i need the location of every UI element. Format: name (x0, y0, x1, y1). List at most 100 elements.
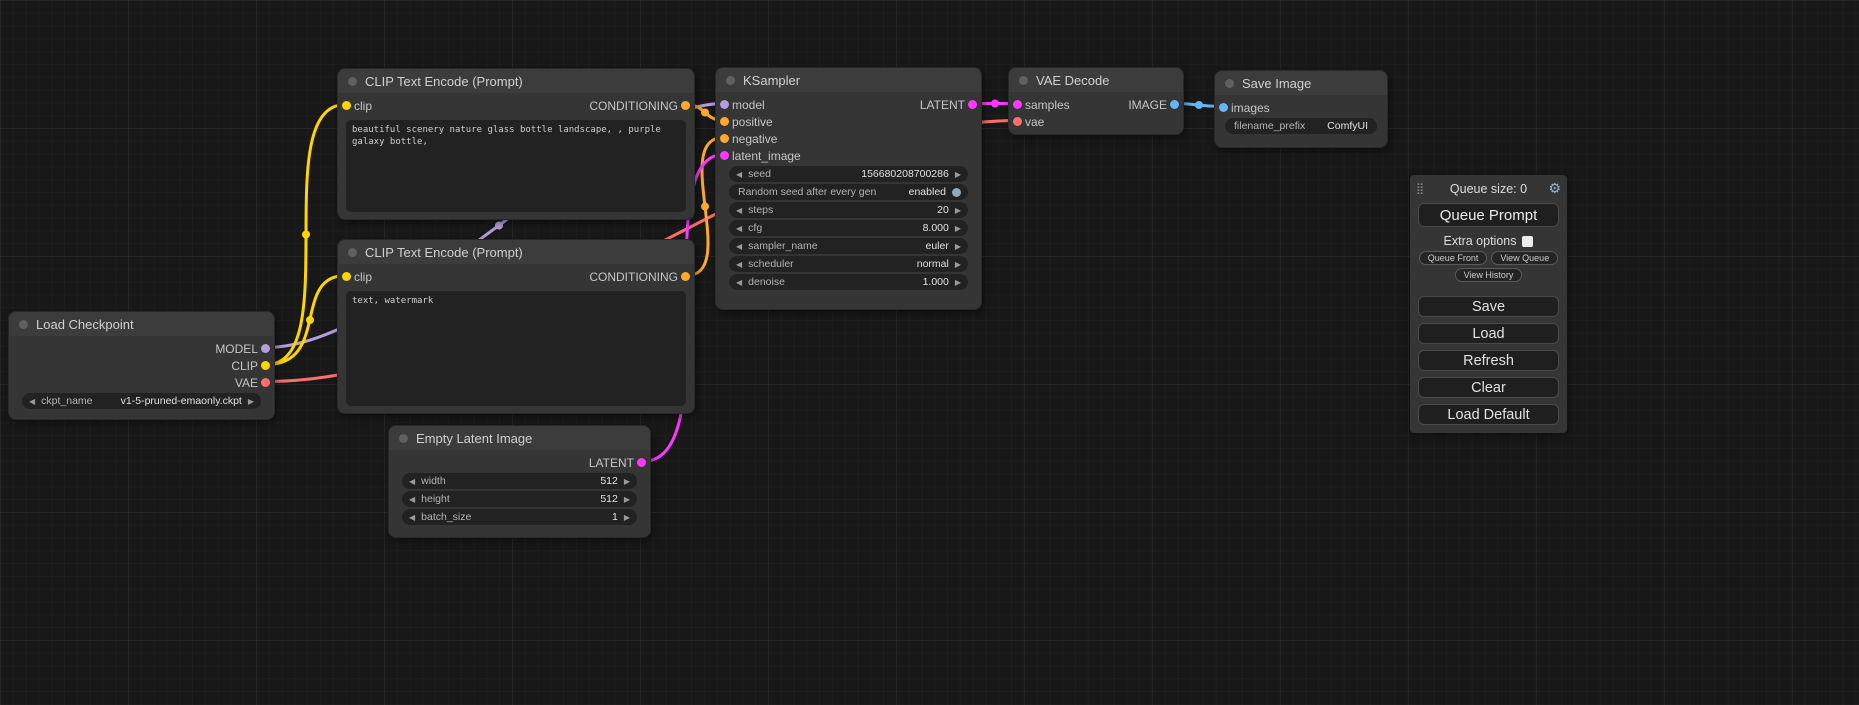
decrement-arrow-icon[interactable]: ◀ (736, 224, 742, 233)
collapse-dot-icon[interactable] (348, 77, 357, 86)
increment-arrow-icon[interactable]: ▶ (248, 397, 254, 406)
ckpt-name-widget[interactable]: ◀ ckpt_name v1-5-pruned-emaonly.ckpt ▶ (22, 393, 261, 409)
queue-size-label: Queue size: 0 (1450, 182, 1527, 196)
node-empty-latent-image[interactable]: Empty Latent Image LATENT ◀ width 512 ▶ … (388, 425, 651, 538)
toggle-knob[interactable] (952, 188, 961, 197)
steps-widget[interactable]: ◀ steps 20 ▶ (729, 202, 968, 218)
sampler-name-widget[interactable]: ◀ sampler_name euler ▶ (729, 238, 968, 254)
view-history-button[interactable]: View History (1455, 268, 1523, 282)
node-title-bar[interactable]: Load Checkpoint (9, 312, 274, 336)
decrement-arrow-icon[interactable]: ◀ (409, 513, 415, 522)
width-widget[interactable]: ◀ width 512 ▶ (402, 473, 637, 489)
node-clip-text-encode-negative[interactable]: CLIP Text Encode (Prompt) clip CONDITION… (337, 239, 695, 414)
node-save-image[interactable]: Save Image images filename_prefix ComfyU… (1214, 70, 1388, 148)
collapse-dot-icon[interactable] (348, 248, 357, 257)
node-ksampler[interactable]: KSampler model LATENT positive negative … (715, 67, 982, 310)
decrement-arrow-icon[interactable]: ◀ (409, 495, 415, 504)
input-label-clip: clip (354, 270, 372, 284)
images-input-socket[interactable] (1219, 103, 1228, 112)
collapse-dot-icon[interactable] (1225, 79, 1234, 88)
clip-output-socket[interactable] (261, 361, 270, 370)
widget-label: sampler_name (748, 240, 817, 252)
widget-label: width (421, 475, 446, 487)
node-title-bar[interactable]: Empty Latent Image (389, 426, 650, 450)
clear-button[interactable]: Clear (1418, 377, 1559, 398)
decrement-arrow-icon[interactable]: ◀ (736, 170, 742, 179)
node-title-bar[interactable]: KSampler (716, 68, 981, 92)
vae-output-socket[interactable] (261, 378, 270, 387)
decrement-arrow-icon[interactable]: ◀ (409, 477, 415, 486)
decrement-arrow-icon[interactable]: ◀ (736, 242, 742, 251)
decrement-arrow-icon[interactable]: ◀ (736, 206, 742, 215)
conditioning-output-socket[interactable] (681, 272, 690, 281)
node-vae-decode[interactable]: VAE Decode samples IMAGE vae (1008, 67, 1184, 135)
image-output-socket[interactable] (1170, 100, 1179, 109)
collapse-dot-icon[interactable] (399, 434, 408, 443)
filename-prefix-widget[interactable]: filename_prefix ComfyUI (1225, 118, 1377, 134)
negative-input-socket[interactable] (720, 134, 729, 143)
latent-image-input-socket[interactable] (720, 151, 729, 160)
widget-value: 20 (937, 204, 949, 216)
load-default-button[interactable]: Load Default (1418, 404, 1559, 425)
node-clip-text-encode-positive[interactable]: CLIP Text Encode (Prompt) clip CONDITION… (337, 68, 695, 220)
drag-handle-icon[interactable]: ⣿ (1416, 182, 1424, 195)
node-title-bar[interactable]: CLIP Text Encode (Prompt) (338, 69, 694, 93)
increment-arrow-icon[interactable]: ▶ (955, 224, 961, 233)
clip-input-socket[interactable] (342, 101, 351, 110)
clip-input-socket[interactable] (342, 272, 351, 281)
batch-size-widget[interactable]: ◀ batch_size 1 ▶ (402, 509, 637, 525)
queue-prompt-button[interactable]: Queue Prompt (1418, 203, 1559, 227)
widget-value: 1 (612, 511, 618, 523)
collapse-dot-icon[interactable] (19, 320, 28, 329)
decrement-arrow-icon[interactable]: ◀ (736, 260, 742, 269)
widget-value: euler (925, 240, 948, 252)
cfg-widget[interactable]: ◀ cfg 8.000 ▶ (729, 220, 968, 236)
model-input-socket[interactable] (720, 100, 729, 109)
refresh-button[interactable]: Refresh (1418, 350, 1559, 371)
node-load-checkpoint[interactable]: Load Checkpoint MODEL CLIP VAE ◀ ckpt_na… (8, 311, 275, 420)
increment-arrow-icon[interactable]: ▶ (624, 477, 630, 486)
node-title-bar[interactable]: Save Image (1215, 71, 1387, 95)
output-label-clip: CLIP (231, 359, 258, 373)
increment-arrow-icon[interactable]: ▶ (955, 170, 961, 179)
conditioning-output-socket[interactable] (681, 101, 690, 110)
widget-label: scheduler (748, 258, 794, 270)
random-seed-toggle-widget[interactable]: Random seed after every gen enabled (729, 184, 968, 200)
view-queue-button[interactable]: View Queue (1491, 251, 1558, 265)
collapse-dot-icon[interactable] (1019, 76, 1028, 85)
node-title-bar[interactable]: CLIP Text Encode (Prompt) (338, 240, 694, 264)
positive-input-socket[interactable] (720, 117, 729, 126)
increment-arrow-icon[interactable]: ▶ (955, 278, 961, 287)
increment-arrow-icon[interactable]: ▶ (955, 260, 961, 269)
queue-front-button[interactable]: Queue Front (1419, 251, 1488, 265)
node-title-bar[interactable]: VAE Decode (1009, 68, 1183, 92)
samples-input-socket[interactable] (1013, 100, 1022, 109)
denoise-widget[interactable]: ◀ denoise 1.000 ▶ (729, 274, 968, 290)
decrement-arrow-icon[interactable]: ◀ (29, 397, 35, 406)
save-button[interactable]: Save (1418, 296, 1559, 317)
latent-output-socket[interactable] (637, 458, 646, 467)
scheduler-widget[interactable]: ◀ scheduler normal ▶ (729, 256, 968, 272)
wire-midpoint-dot (495, 222, 503, 230)
increment-arrow-icon[interactable]: ▶ (955, 242, 961, 251)
positive-prompt-textarea[interactable]: beautiful scenery nature glass bottle la… (346, 120, 686, 212)
collapse-dot-icon[interactable] (726, 76, 735, 85)
increment-arrow-icon[interactable]: ▶ (955, 206, 961, 215)
seed-widget[interactable]: ◀ seed 156680208700286 ▶ (729, 166, 968, 182)
increment-arrow-icon[interactable]: ▶ (624, 495, 630, 504)
vae-input-socket[interactable] (1013, 117, 1022, 126)
negative-prompt-textarea[interactable]: text, watermark (346, 291, 686, 406)
load-button[interactable]: Load (1418, 323, 1559, 344)
input-label-images: images (1231, 101, 1270, 115)
widget-label: denoise (748, 276, 785, 288)
node-title: KSampler (743, 73, 800, 88)
extra-options-checkbox[interactable] (1522, 236, 1533, 247)
model-output-socket[interactable] (261, 344, 270, 353)
height-widget[interactable]: ◀ height 512 ▶ (402, 491, 637, 507)
history-buttons-row: View History (1418, 268, 1559, 282)
node-graph-canvas[interactable]: Load Checkpoint MODEL CLIP VAE ◀ ckpt_na… (0, 0, 1859, 705)
decrement-arrow-icon[interactable]: ◀ (736, 278, 742, 287)
increment-arrow-icon[interactable]: ▶ (624, 513, 630, 522)
settings-gear-icon[interactable]: ⚙ (1548, 180, 1561, 197)
latent-output-socket[interactable] (968, 100, 977, 109)
